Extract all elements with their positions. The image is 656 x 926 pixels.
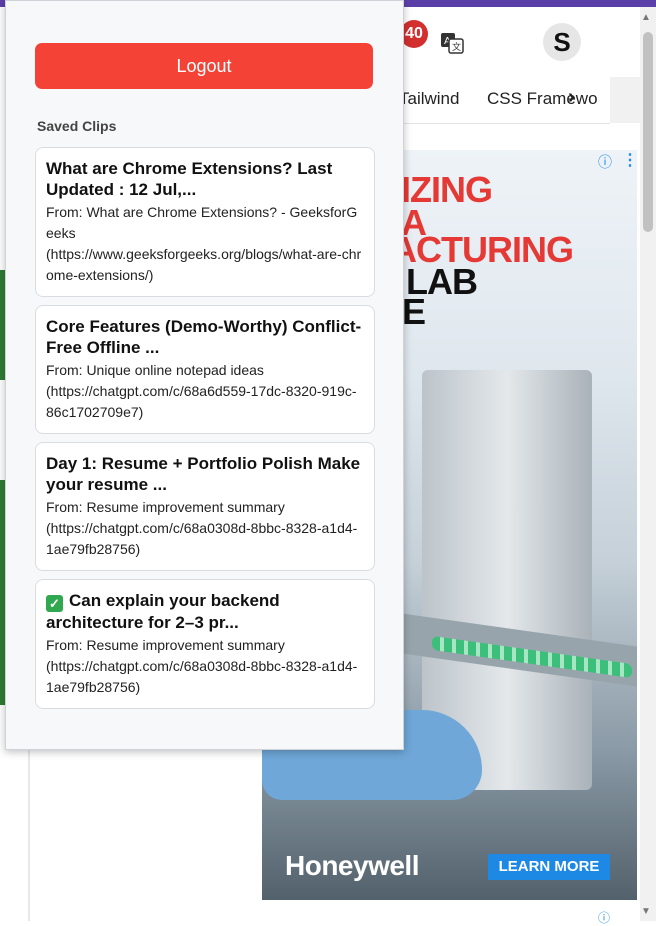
clip-source: From: What are Chrome Extensions? - Geek… xyxy=(46,204,358,241)
ad-info-icon[interactable]: ⓘ xyxy=(598,909,610,926)
clip-title: Core Features (Demo-Worthy) Conflict-Fre… xyxy=(46,317,362,357)
saved-clips-heading: Saved Clips xyxy=(37,118,117,134)
extension-popup: Logout Saved Clips What are Chrome Exten… xyxy=(5,0,404,750)
nav-link-css-frameworks[interactable]: CSS Framewo xyxy=(487,89,598,109)
clip-card[interactable]: Day 1: Resume + Portfolio Polish Make yo… xyxy=(35,442,375,571)
ad-brand-logo: Honeywell xyxy=(285,850,419,881)
translate-icon[interactable]: A 文 xyxy=(440,31,464,55)
clip-source: From: Unique online notepad ideas xyxy=(46,362,264,378)
page-divider xyxy=(28,750,30,921)
clip-url: (https://www.geeksforgeeks.org/blogs/wha… xyxy=(46,246,362,283)
scroll-down-icon[interactable]: ▼ xyxy=(641,906,651,917)
clip-url: (https://chatgpt.com/c/68a0308d-8bbc-832… xyxy=(46,658,358,695)
nav-fade xyxy=(610,77,640,123)
clip-url: (https://chatgpt.com/c/68a0308d-8bbc-832… xyxy=(46,520,358,557)
clip-title: What are Chrome Extensions? Last Updated… xyxy=(46,159,333,199)
clip-source: From: Resume improvement summary xyxy=(46,637,285,653)
nav-link-tailwind[interactable]: Tailwind xyxy=(399,89,459,109)
clip-card[interactable]: What are Chrome Extensions? Last Updated… xyxy=(35,147,375,297)
ad-info-icon[interactable]: ⓘ xyxy=(598,152,612,172)
scroll-up-icon[interactable]: ▲ xyxy=(641,12,651,23)
category-nav: Tailwind CSS Framewo xyxy=(380,77,610,124)
clip-card[interactable]: ✓ Can explain your backend architecture f… xyxy=(35,579,375,709)
notification-badge[interactable]: 40 xyxy=(400,20,428,48)
ad-learn-more-button[interactable]: LEARN MORE xyxy=(488,854,610,880)
ad-headline-line: E xyxy=(402,291,426,332)
clip-card[interactable]: Core Features (Demo-Worthy) Conflict-Fre… xyxy=(35,305,375,434)
clip-url: (https://chatgpt.com/c/68a6d559-17dc-832… xyxy=(46,383,357,420)
clip-title-row: ✓ Can explain your backend architecture f… xyxy=(46,590,364,633)
check-mark-emoji-icon: ✓ xyxy=(46,595,63,612)
clip-title: Can explain your backend architecture fo… xyxy=(46,591,280,632)
clip-source: From: Resume improvement summary xyxy=(46,499,285,515)
clip-title: Day 1: Resume + Portfolio Polish Make yo… xyxy=(46,454,361,494)
logout-button[interactable]: Logout xyxy=(35,43,373,89)
ad-menu-icon[interactable]: ⋮ xyxy=(622,150,638,170)
svg-text:文: 文 xyxy=(452,41,461,53)
chevron-right-icon[interactable]: › xyxy=(568,86,575,109)
scrollbar-thumb[interactable] xyxy=(643,32,653,232)
user-avatar[interactable]: S xyxy=(543,23,581,61)
